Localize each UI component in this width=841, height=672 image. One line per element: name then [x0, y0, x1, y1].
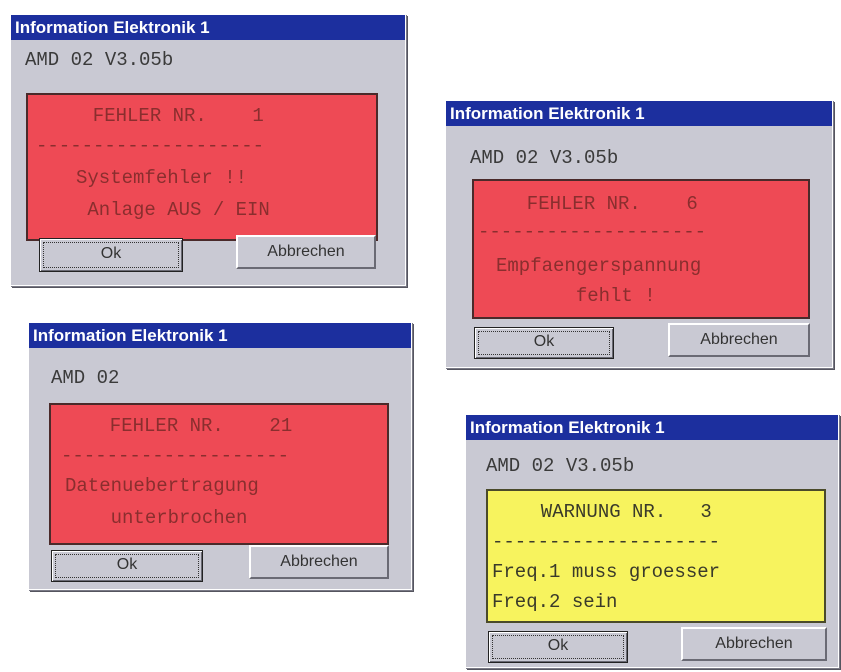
dialog-titlebar[interactable]: Information Elektronik 1 — [11, 15, 405, 40]
warning-message-line-2: Freq.2 sein — [492, 591, 618, 613]
error-dialog-3: Information Elektronik 1 AMD 02 FEHLER N… — [28, 322, 412, 590]
error-message-line-2: fehlt ! — [496, 285, 656, 307]
cancel-button[interactable]: Abbrechen — [681, 627, 827, 661]
divider-line: -------------------- — [36, 135, 265, 157]
warning-message-line-1: Freq.1 muss groesser — [492, 561, 721, 583]
divider-line: -------------------- — [478, 221, 707, 243]
cancel-button[interactable]: Abbrechen — [668, 323, 810, 357]
error-dialog-2: Information Elektronik 1 AMD 02 V3.05b F… — [445, 100, 833, 368]
ok-button[interactable]: Ok — [488, 631, 628, 663]
error-message-line-2: Anlage AUS / EIN — [76, 199, 270, 221]
error-message-line-1: Empfaengerspannung — [496, 255, 702, 277]
ok-button[interactable]: Ok — [474, 327, 614, 359]
error-panel: FEHLER NR. 6 -------------------- Empfae… — [472, 179, 810, 319]
ok-button[interactable]: Ok — [51, 550, 203, 582]
cancel-button[interactable]: Abbrechen — [236, 235, 376, 269]
ok-button[interactable]: Ok — [39, 238, 183, 272]
error-dialog-1: Information Elektronik 1 AMD 02 V3.05b F… — [10, 14, 406, 286]
divider-line: -------------------- — [61, 445, 290, 467]
dialog-titlebar[interactable]: Information Elektronik 1 — [29, 323, 411, 348]
cancel-button[interactable]: Abbrechen — [249, 545, 389, 579]
warning-number: WARNUNG NR. 3 — [518, 501, 712, 523]
error-message-line-1: Systemfehler !! — [76, 167, 248, 189]
device-version: AMD 02 V3.05b — [470, 147, 619, 169]
error-panel: FEHLER NR. 21 -------------------- Daten… — [49, 403, 389, 545]
error-number: FEHLER NR. 6 — [504, 193, 698, 215]
device-version: AMD 02 V3.05b — [486, 455, 635, 477]
warning-dialog: Information Elektronik 1 AMD 02 V3.05b W… — [465, 414, 839, 668]
dialog-titlebar[interactable]: Information Elektronik 1 — [466, 415, 838, 440]
error-message-line-2: unterbrochen — [65, 507, 248, 529]
dialog-titlebar[interactable]: Information Elektronik 1 — [446, 101, 832, 126]
error-message-line-1: Datenuebertragung — [65, 475, 259, 497]
device-version: AMD 02 V3.05b — [25, 49, 174, 71]
warning-panel: WARNUNG NR. 3 -------------------- Freq.… — [486, 489, 826, 623]
device-version: AMD 02 — [51, 367, 120, 389]
error-number: FEHLER NR. 21 — [87, 415, 293, 437]
divider-line: -------------------- — [492, 531, 721, 553]
error-number: FEHLER NR. 1 — [70, 105, 264, 127]
error-panel: FEHLER NR. 1 -------------------- System… — [26, 93, 378, 241]
